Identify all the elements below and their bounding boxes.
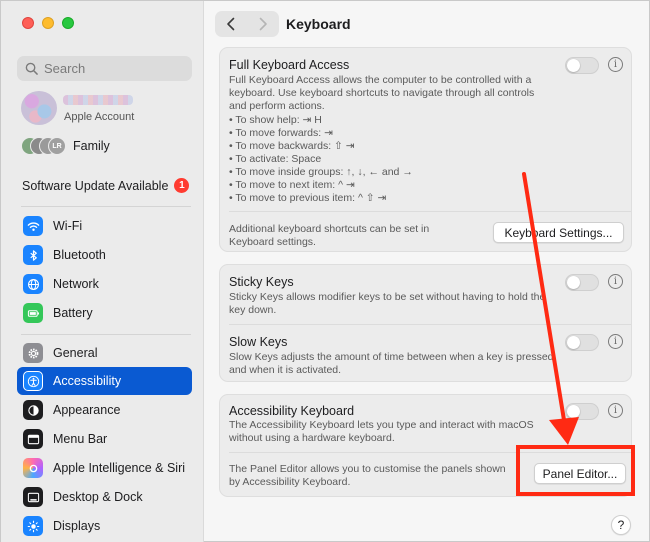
shortcut-item: • To move to next item: ^ ⇥ [229,179,355,191]
shortcut-item: • To move inside groups: ↑, ↓, ← and → [229,166,413,178]
card-divider [229,324,631,325]
sidebar-item-network[interactable]: Network [17,270,192,298]
search-placeholder: Search [44,61,86,76]
info-icon[interactable]: i [608,334,623,349]
accessibility-keyboard-toggle[interactable] [565,403,599,420]
sidebar-item-general[interactable]: General [17,339,192,367]
shortcut-item: • To activate: Space [229,153,322,165]
avatar [21,91,57,125]
accessibility-icon [23,371,43,391]
slow-keys-description: Slow Keys adjusts the amount of time bet… [229,351,554,376]
card-divider [229,211,631,212]
sidebar-item-wifi[interactable]: Wi-Fi [17,212,192,240]
menu-bar-icon [23,429,43,449]
sidebar-item-menu-bar[interactable]: Menu Bar [17,425,192,453]
accessibility-keyboard-title: Accessibility Keyboard [229,404,355,418]
sidebar: Search Apple Account LR Family Software … [1,1,204,542]
info-icon[interactable]: i [608,57,623,72]
sidebar-item-desktop-dock[interactable]: Desktop & Dock [17,483,192,511]
battery-icon [23,303,43,323]
additional-shortcuts-text: Additional keyboard shortcuts can be set… [229,223,430,248]
dock-icon [23,487,43,507]
annotation-highlight-box [516,445,635,496]
family-label: Family [73,139,110,153]
sidebar-item-battery[interactable]: Battery [17,299,192,327]
shortcut-item: • To move forwards: ⇥ [229,127,333,139]
sidebar-item-label: General [53,346,98,360]
sidebar-item-label: Network [53,277,99,291]
slow-keys-title: Slow Keys [229,335,288,349]
software-update-item[interactable]: Software Update Available 1 [22,178,192,193]
minimize-window-button[interactable] [42,17,54,29]
slow-keys-toggle[interactable] [565,334,599,351]
sidebar-item-appearance[interactable]: Appearance [17,396,192,424]
sidebar-item-label: Desktop & Dock [53,490,143,504]
sidebar-item-accessibility[interactable]: Accessibility [17,367,192,395]
family-avatars: LR [21,137,69,155]
full-keyboard-access-title: Full Keyboard Access [229,58,350,72]
info-icon[interactable]: i [608,403,623,418]
family-item[interactable]: LR Family [21,136,201,156]
sticky-slow-keys-card: Sticky Keys i Sticky Keys allows modifie… [219,264,632,382]
shortcut-item: • To move backwards: ⇧ ⇥ [229,140,355,152]
sticky-keys-toggle[interactable] [565,274,599,291]
sidebar-divider [21,206,191,207]
sticky-keys-description: Sticky Keys allows modifier keys to be s… [229,291,546,316]
sidebar-item-label: Bluetooth [53,248,106,262]
wifi-icon [23,216,43,236]
globe-icon [23,274,43,294]
full-keyboard-access-card: Full Keyboard Access i Full Keyboard Acc… [219,47,632,252]
sidebar-item-label: Menu Bar [53,432,108,446]
update-count-badge: 1 [174,178,190,193]
bluetooth-icon [23,245,43,265]
sidebar-item-apple-intelligence[interactable]: Apple Intelligence & Siri [17,454,192,482]
sticky-keys-title: Sticky Keys [229,275,294,289]
apple-account-item[interactable]: Apple Account [21,91,201,125]
help-button[interactable]: ? [611,515,631,535]
zoom-window-button[interactable] [62,17,74,29]
sidebar-divider [21,334,191,335]
account-label: Apple Account [64,111,135,123]
sun-icon [23,516,43,536]
info-icon[interactable]: i [608,274,623,289]
account-name-redacted [63,95,133,105]
keyboard-settings-button[interactable]: Keyboard Settings... [493,222,624,243]
full-keyboard-access-toggle[interactable] [565,57,599,74]
siri-icon [23,458,43,478]
sidebar-item-displays[interactable]: Displays [17,512,192,540]
shortcut-item: • To show help: ⇥ H [229,114,322,126]
chevron-right-icon [259,17,267,31]
sidebar-item-label: Appearance [53,403,121,417]
search-icon [25,62,38,75]
back-button[interactable] [215,11,247,37]
page-title: Keyboard [286,16,351,32]
window-controls [22,17,74,29]
gear-icon [23,343,43,363]
chevron-left-icon [227,17,235,31]
close-window-button[interactable] [22,17,34,29]
sidebar-item-label: Battery [53,306,93,320]
shortcut-list: • To show help: ⇥ H • To move forwards: … [229,114,413,205]
navigation-buttons [215,11,279,37]
sidebar-item-label: Apple Intelligence & Siri [53,461,186,475]
search-input[interactable]: Search [17,56,192,81]
family-avatar: LR [48,137,66,155]
sidebar-item-label: Accessibility [53,374,122,388]
sidebar-item-bluetooth[interactable]: Bluetooth [17,241,192,269]
sidebar-item-label: Wi-Fi [53,219,83,233]
sidebar-item-label: Displays [53,519,101,533]
full-keyboard-access-description: Full Keyboard Access allows the computer… [229,74,535,112]
panel-editor-text: The Panel Editor allows you to customise… [229,463,506,488]
appearance-icon [23,400,43,420]
shortcut-item: • To move to previous item: ^ ⇧ ⇥ [229,192,387,204]
forward-button[interactable] [247,11,279,37]
software-update-label: Software Update Available [22,178,169,193]
accessibility-keyboard-description: The Accessibility Keyboard lets you type… [229,419,534,444]
